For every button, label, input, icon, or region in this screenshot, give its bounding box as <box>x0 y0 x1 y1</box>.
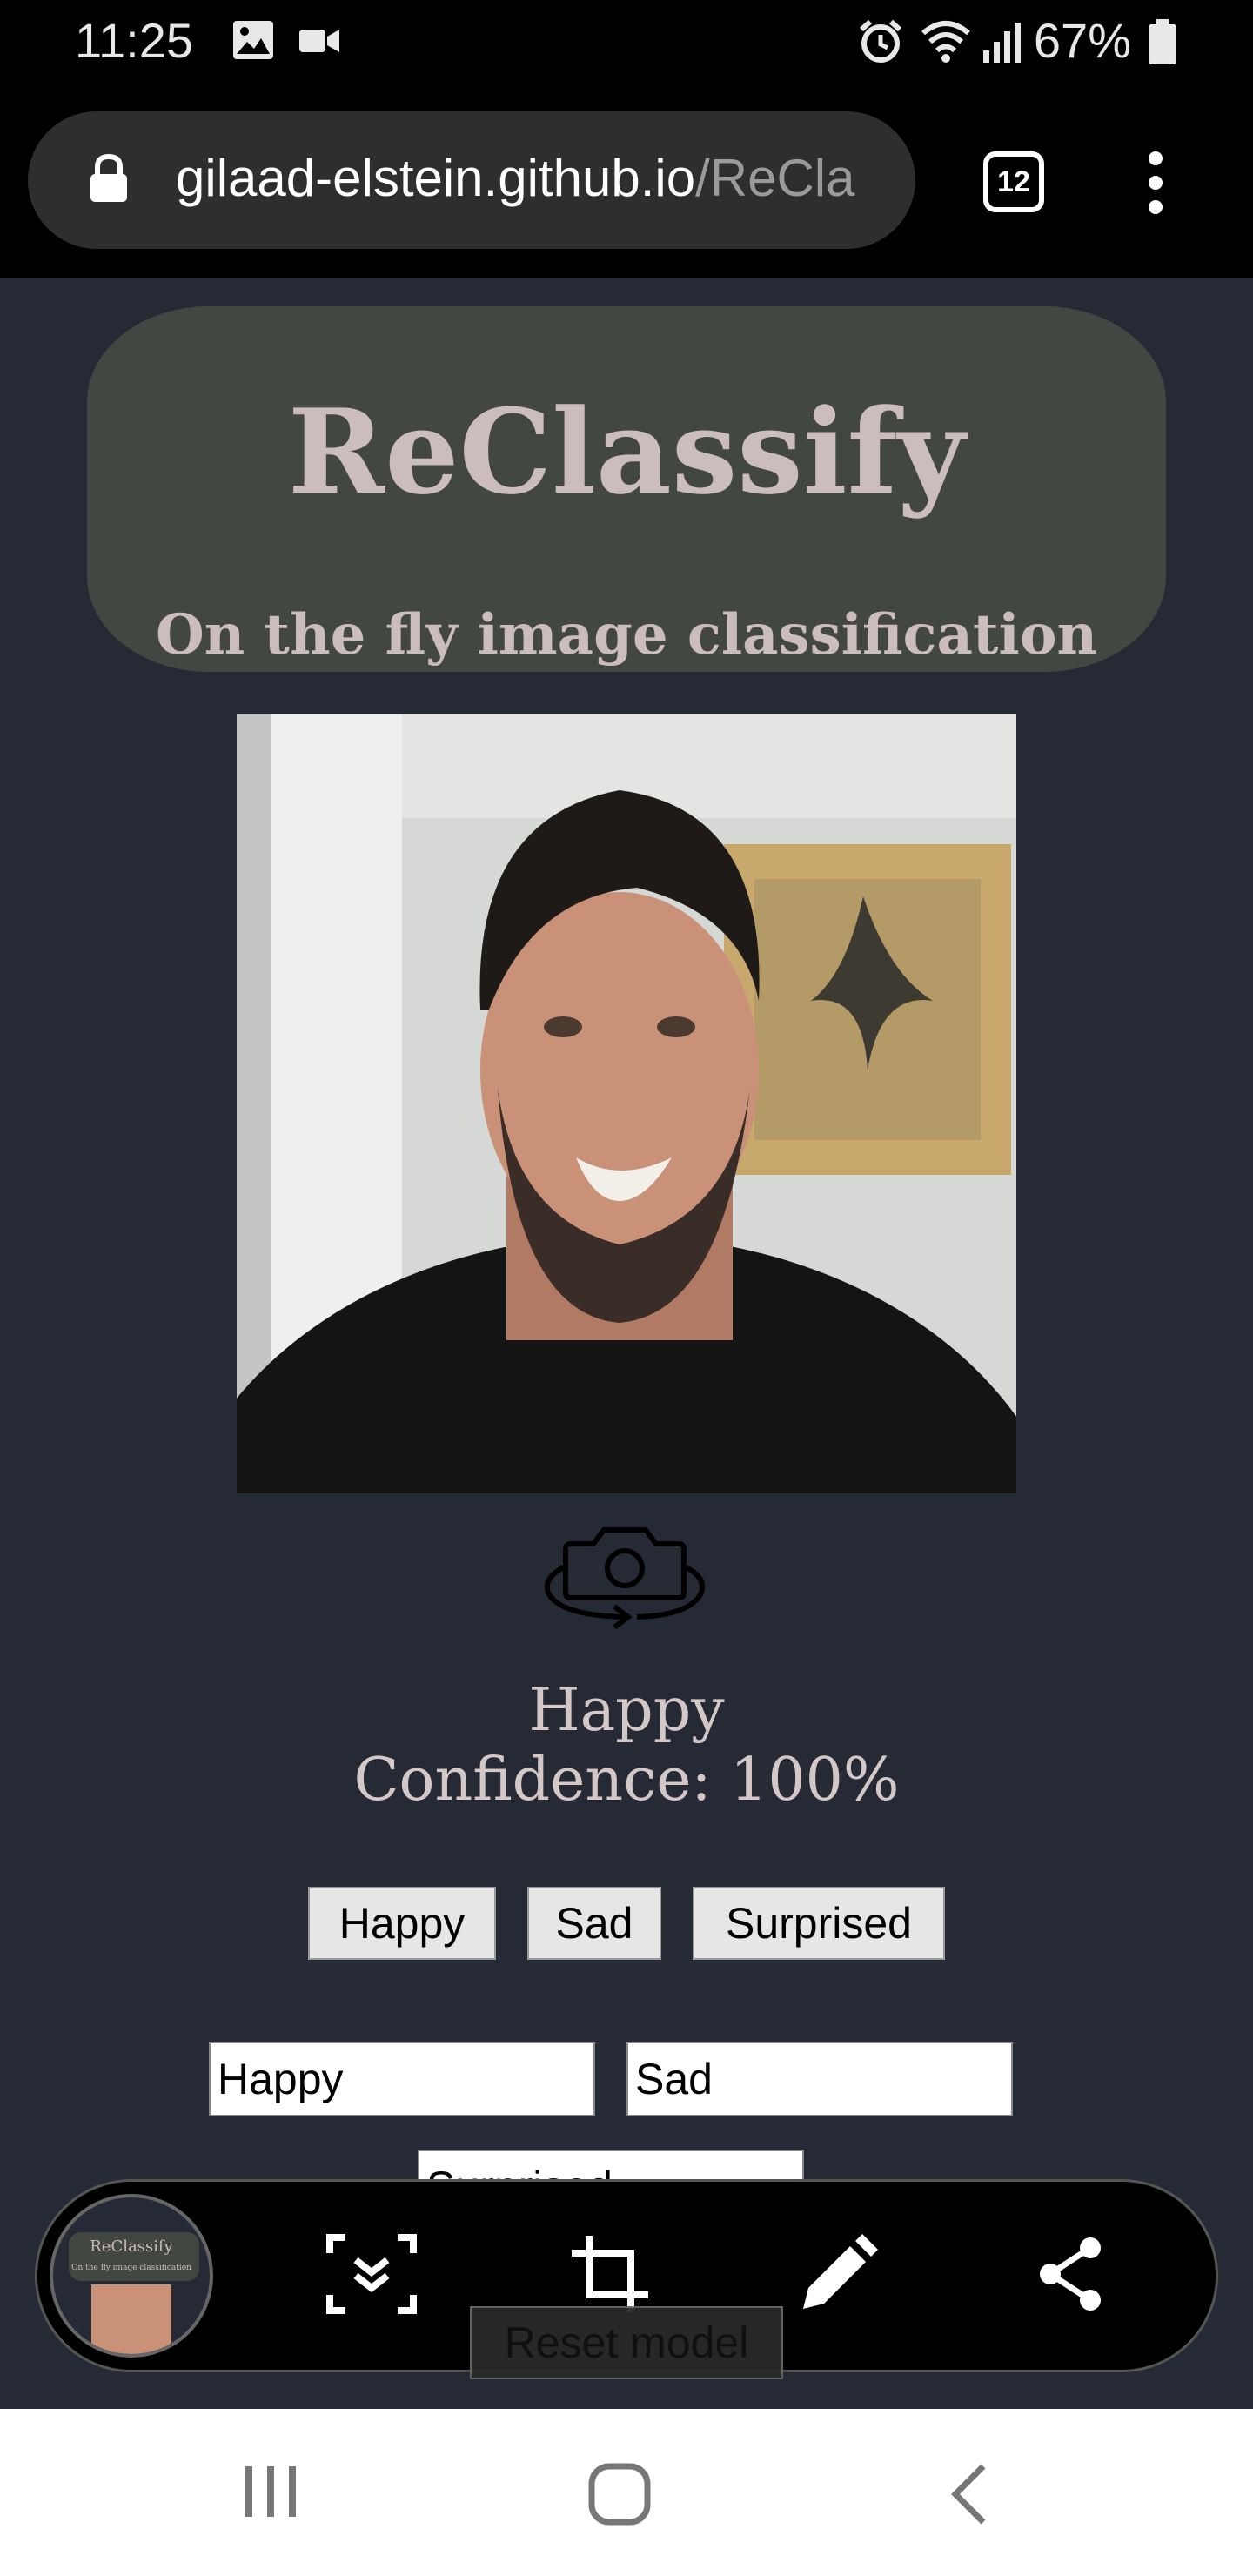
url-text: gilaad-elstein.github.io/ReCla <box>176 148 854 208</box>
video-icon <box>299 30 339 52</box>
reset-model-label: Reset model <box>504 2318 749 2367</box>
url-path: /ReCla <box>695 149 855 207</box>
battery-icon <box>1149 19 1176 64</box>
image-icon <box>233 21 273 59</box>
status-time: 11:25 <box>75 13 193 68</box>
battery-percentage: 67% <box>1033 13 1131 68</box>
prediction-label: Happy <box>528 1676 725 1745</box>
prediction-confidence: Confidence: 100% <box>353 1746 900 1815</box>
crop-icon[interactable] <box>568 2232 652 2316</box>
status-bar: 11:25 67% <box>0 0 1253 87</box>
back-icon[interactable] <box>945 2461 992 2527</box>
lock-icon <box>90 153 127 202</box>
navigation-bar <box>0 2409 1253 2576</box>
switch-camera-icon[interactable] <box>539 1525 710 1633</box>
thumbnail-subtitle: On the fly image classification <box>71 2264 191 2272</box>
share-icon[interactable] <box>1036 2232 1106 2316</box>
thumbnail-title: ReClassify <box>90 2237 173 2256</box>
recent-apps-icon[interactable] <box>240 2461 301 2522</box>
overflow-menu-icon[interactable] <box>1147 151 1164 221</box>
browser-toolbar: gilaad-elstein.github.io/ReCla 12 <box>0 87 1253 278</box>
webcam-feed <box>237 714 1016 1493</box>
scroll-capture-icon[interactable] <box>325 2232 419 2316</box>
draw-icon[interactable] <box>796 2232 880 2316</box>
home-icon[interactable] <box>586 2461 653 2527</box>
class-name-input-2[interactable] <box>626 2042 1013 2116</box>
reset-model-button[interactable]: Reset model <box>470 2306 783 2379</box>
class-button-happy[interactable]: Happy <box>308 1887 496 1960</box>
signal-icon <box>983 23 1021 63</box>
app-subtitle: On the fly image classification <box>155 602 1098 667</box>
alarm-icon <box>859 19 902 63</box>
address-bar[interactable]: gilaad-elstein.github.io/ReCla <box>28 111 915 249</box>
tab-switcher-button[interactable]: 12 <box>983 151 1044 212</box>
url-host: gilaad-elstein.github.io <box>176 149 696 207</box>
screenshot-thumbnail[interactable]: ReClassify On the fly image classificati… <box>50 2194 213 2358</box>
class-button-sad[interactable]: Sad <box>527 1887 661 1960</box>
class-button-surprised[interactable]: Surprised <box>693 1887 945 1960</box>
app-header: ReClassify On the fly image classificati… <box>87 306 1166 672</box>
app-title: ReClassify <box>287 383 966 520</box>
class-name-input-1[interactable] <box>209 2042 595 2116</box>
wifi-icon <box>921 21 970 63</box>
